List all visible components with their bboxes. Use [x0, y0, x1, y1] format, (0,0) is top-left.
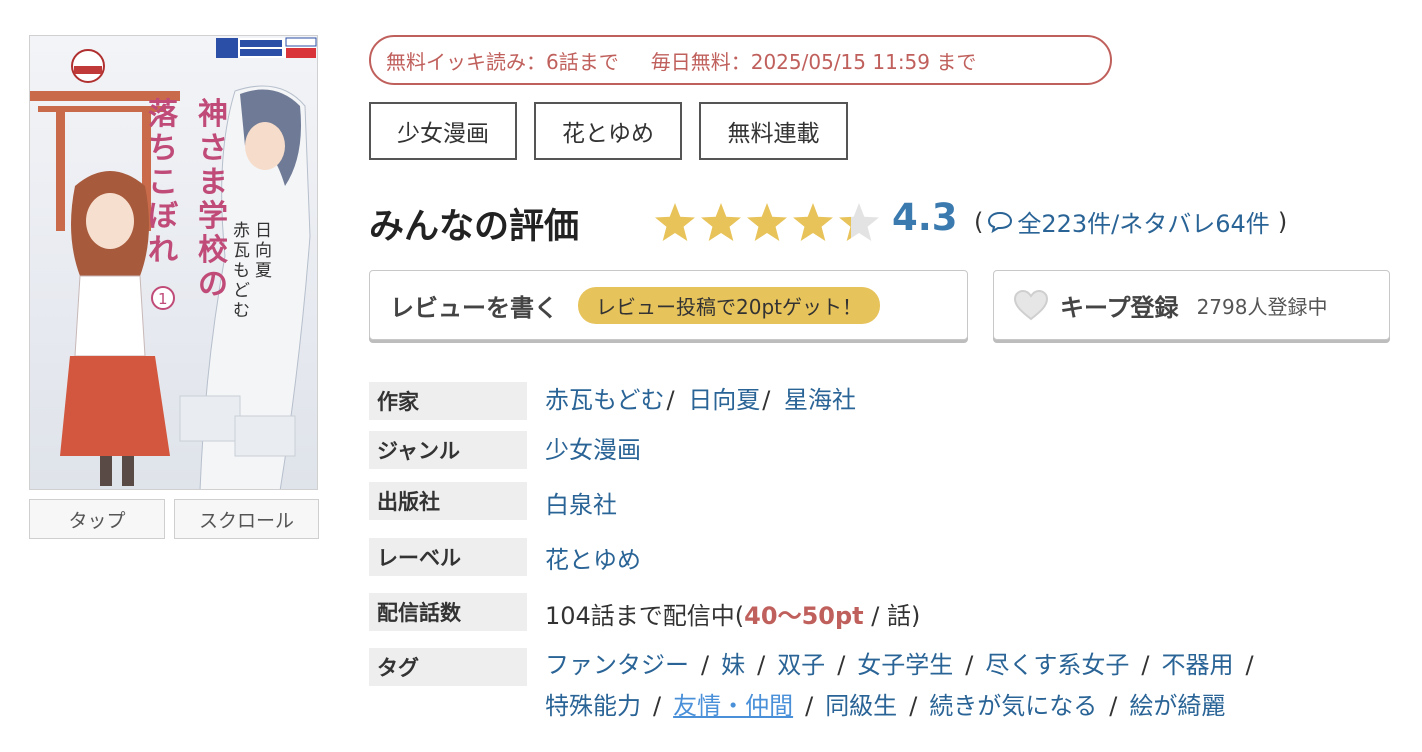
tag-link[interactable]: ファンタジー: [545, 651, 689, 679]
genre-value: 少女漫画: [545, 430, 641, 465]
publisher-link[interactable]: 白泉社: [545, 491, 617, 519]
label-value: 花とゆめ: [545, 540, 641, 575]
star-icon: [655, 203, 695, 241]
author-link-1[interactable]: 赤瓦もどむ: [545, 386, 665, 414]
keep-count: 2798人登録中: [1196, 294, 1328, 319]
publisher-value: 白泉社: [545, 485, 617, 520]
open-paren: (: [974, 207, 984, 236]
tags-row-2: 特殊能力 / 友情・仲間 / 同級生 / 続きが気になる / 絵が綺麗: [545, 686, 1225, 721]
review-bonus-pill: レビュー投稿で20ptゲット！: [578, 286, 880, 324]
tag-link[interactable]: 特殊能力: [545, 692, 641, 720]
reviews-text: 全223件/ネタバレ64件: [1017, 210, 1270, 238]
separator: /: [762, 386, 771, 414]
rating-count: ( 全223件/ネタバレ64件 ): [974, 204, 1287, 239]
keep-button[interactable]: キープ登録 2798人登録中: [993, 270, 1390, 340]
rating-score: 4.3: [892, 196, 958, 239]
separator: /: [837, 651, 846, 679]
separator: /: [1141, 651, 1150, 679]
star-icon: [839, 203, 879, 241]
free-ikki-text: 無料イッキ読み：6話まで: [386, 49, 619, 74]
tag-link[interactable]: 続きが気になる: [929, 692, 1097, 720]
star-icon: [701, 203, 741, 241]
tag-link[interactable]: 妹: [721, 651, 745, 679]
separator: /: [1245, 651, 1254, 679]
free-daily-text: 毎日無料：2025/05/15 11:59 まで: [650, 49, 977, 74]
tags-row-1: ファンタジー / 妹 / 双子 / 女子学生 / 尽くす系女子 / 不器用 /: [545, 645, 1266, 680]
genre-tag-shoujo[interactable]: 少女漫画: [369, 102, 517, 160]
scroll-button[interactable]: スクロール: [174, 499, 319, 539]
heart-icon: [1013, 289, 1049, 321]
label-label: レーベル: [369, 538, 527, 576]
rating-stars: [655, 203, 879, 241]
write-review-button[interactable]: レビューを書く レビュー投稿で20ptゲット！: [369, 270, 968, 340]
star-icon: [747, 203, 787, 241]
separator: /: [701, 651, 710, 679]
speech-bubble-icon: [988, 211, 1013, 233]
free-reading-badge: 無料イッキ読み：6話まで 毎日無料：2025/05/15 11:59 まで: [369, 35, 1112, 85]
separator: /: [909, 692, 918, 720]
separator: /: [965, 651, 974, 679]
write-review-label: レビューを書く: [390, 293, 558, 322]
tags-label: タグ: [369, 648, 527, 686]
episodes-suffix: / 話): [863, 602, 921, 630]
reviews-link[interactable]: 全223件/ネタバレ64件: [983, 204, 1270, 239]
episodes-pt: 40〜50pt: [744, 602, 864, 630]
genre-tag-free[interactable]: 無料連載: [699, 102, 848, 160]
genre-tag-hanayume[interactable]: 花とゆめ: [534, 102, 682, 160]
author-label: 作家: [369, 382, 527, 420]
separator: /: [653, 692, 662, 720]
rating-title: みんなの評価: [369, 207, 580, 247]
separator: /: [1109, 692, 1118, 720]
author-value: 赤瓦もどむ/ 日向夏/ 星海社: [545, 380, 856, 415]
genre-link[interactable]: 少女漫画: [545, 436, 641, 464]
publisher-label: 出版社: [369, 482, 527, 520]
author-link-3[interactable]: 星海社: [784, 386, 856, 414]
tag-link[interactable]: 同級生: [825, 692, 897, 720]
separator: /: [666, 386, 675, 414]
separator: /: [805, 692, 814, 720]
tag-link[interactable]: 不器用: [1161, 651, 1233, 679]
tag-link[interactable]: 絵が綺麗: [1129, 692, 1225, 720]
tag-link-highlighted[interactable]: 友情・仲間: [673, 692, 793, 720]
cover-image[interactable]: 神 さ ま 学 校 の 落 ち こ ぼ れ 1 日向夏 赤瓦もどむ: [29, 35, 318, 490]
episodes-label: 配信話数: [369, 593, 527, 631]
tag-link[interactable]: 女子学生: [857, 651, 953, 679]
close-paren: ): [1277, 207, 1288, 236]
cover-original: 日向夏: [255, 221, 272, 281]
separator: /: [757, 651, 766, 679]
keep-label: キープ登録: [1060, 293, 1179, 322]
label-link[interactable]: 花とゆめ: [545, 546, 641, 574]
tap-button[interactable]: タップ: [29, 499, 165, 539]
episodes-prefix: 104話まで配信中(: [545, 602, 745, 630]
tag-link[interactable]: 双子: [777, 651, 825, 679]
cover-title-line2: 落 ち こ ぼ れ: [148, 97, 188, 268]
author-link-2[interactable]: 日向夏: [688, 386, 760, 414]
cover-author: 赤瓦もどむ: [233, 221, 250, 321]
genre-label: ジャンル: [369, 431, 527, 469]
episodes-value: 104話まで配信中(40〜50pt / 話): [545, 596, 920, 631]
cover-volume: 1: [158, 290, 168, 308]
tag-link[interactable]: 尽くす系女子: [985, 651, 1129, 679]
star-icon: [793, 203, 833, 241]
